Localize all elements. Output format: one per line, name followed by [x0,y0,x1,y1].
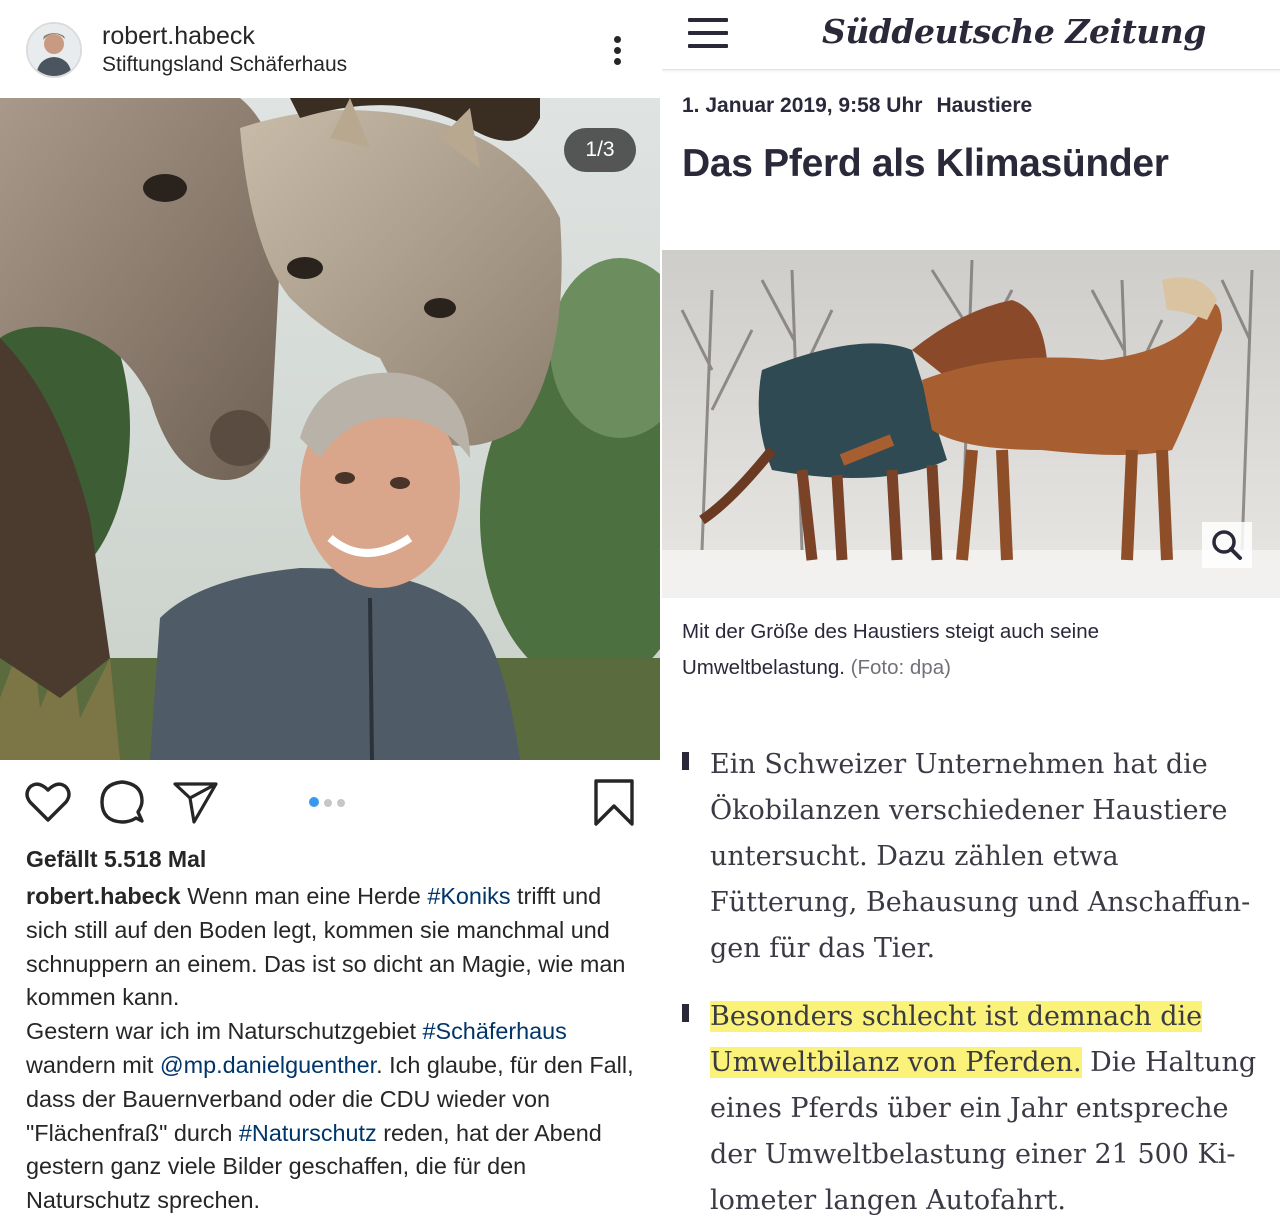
bullet-line: Ökobilanzen verschiedener Haustiere [710,795,1228,826]
hamburger-menu-icon[interactable] [688,18,728,50]
bullet-marker [682,752,689,770]
caption-text: wandern mit [26,1051,160,1078]
location[interactable]: Stiftungsland Schäferhaus [102,53,347,77]
post-caption: robert.habeck Wenn man eine Herde #Konik… [26,880,638,1218]
highlighted-text: Besonders schlecht ist demnach die [710,1001,1203,1032]
carousel-dot [324,799,332,807]
photo-caption: Mit der Größe des Haustiers steigt auch … [682,614,1242,686]
bookmark-icon[interactable] [590,778,638,826]
top-bar: Süddeutsche Zeitung [662,0,1280,70]
carousel-dot-active [309,797,319,807]
caption-username[interactable]: robert.habeck [26,883,181,909]
dateline: 1. Januar 2019, 9:58 Uhr Haustiere [682,94,1032,118]
carousel-dots [309,794,350,812]
photo-credit: (Foto: dpa) [850,656,951,679]
hashtag-link[interactable]: #Naturschutz [239,1120,377,1146]
horses-and-man-photo [0,98,660,760]
paper-plane-icon[interactable] [172,778,220,826]
article-category[interactable]: Haustiere [936,94,1032,117]
bullet-line: Fütterung, Behausung und Anschaffun- [710,887,1251,918]
bullet-line: der Umweltbelastung einer 21 500 Ki- [710,1139,1236,1170]
sz-article: Süddeutsche Zeitung 1. Januar 2019, 9:58… [662,0,1280,1222]
caption-text: Wenn man eine Herde [180,883,428,909]
heart-icon[interactable] [24,778,72,826]
hashtag-link[interactable]: #Schäferhaus [423,1018,567,1044]
magnifier-icon[interactable] [1202,522,1252,568]
bullet-text: Die Haltung [1081,1047,1257,1078]
article-title: Das Pferd als Klimasünder [682,142,1169,185]
article-date: 1. Januar 2019, 9:58 Uhr [682,94,923,117]
post-photo[interactable]: 1/3 [0,98,660,760]
sz-logo[interactable]: Süddeutsche Zeitung [822,12,1206,51]
mention-link[interactable]: @mp.danielguenther [160,1052,376,1078]
bullet-line: eines Pferds über ein Jahr entspreche [710,1093,1229,1124]
more-vertical-icon[interactable] [598,30,638,70]
avatar[interactable] [26,22,82,78]
post-header: robert.habeck Stiftungsland Schäferhaus [0,0,660,98]
bullet-marker [682,1004,689,1022]
article-photo[interactable] [662,250,1280,598]
instagram-post: robert.habeck Stiftungsland Schäferhaus [0,0,660,1222]
username[interactable]: robert.habeck [102,22,255,51]
carousel-dot [337,799,345,807]
caption-text: Gestern war ich im Naturschutzgebiet [26,1018,423,1045]
likes-count[interactable]: Gefällt 5.518 Mal [26,846,206,873]
bullet-line: gen für das Tier. [710,933,936,964]
horses-in-snow-photo [662,250,1280,598]
highlighted-text: Umweltbilanz von Pferden. [710,1047,1082,1078]
comment-bubble-icon[interactable] [98,778,146,826]
hashtag-link[interactable]: #Koniks [427,883,510,909]
bullet-line: untersucht. Dazu zählen etwa [710,841,1119,872]
bullet-line: Besonders schlecht ist demnach die [710,994,1270,1040]
carousel-counter: 1/3 [564,128,636,172]
bullet-line: lometer langen Autofahrt. [710,1185,1066,1216]
bullet-line: Ein Schweizer Unternehmen hat die [710,749,1208,780]
bullet-line: Umweltbilanz von Pferden. Die Haltung [710,1040,1270,1086]
